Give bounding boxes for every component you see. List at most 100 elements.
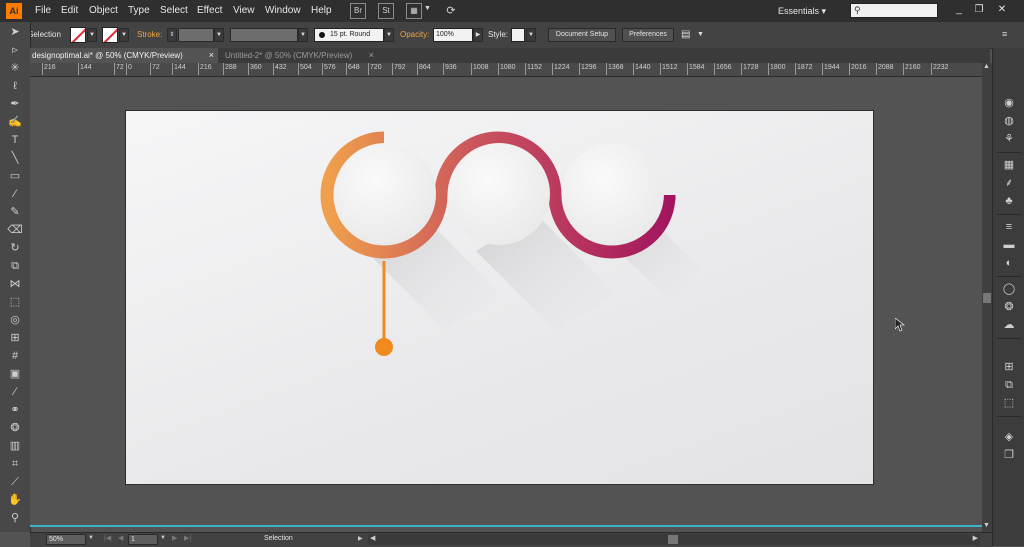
style-swatch[interactable] xyxy=(511,28,525,42)
chevron-down-icon[interactable]: ▼ xyxy=(424,5,431,12)
menu-view[interactable]: View xyxy=(233,0,255,22)
artboard[interactable] xyxy=(125,110,874,485)
artboard-field[interactable]: 1 xyxy=(128,534,158,545)
lasso-tool-icon[interactable]: ℓ xyxy=(5,78,25,94)
pathfinder-panel-icon[interactable]: ⧉ xyxy=(1002,378,1016,392)
scroll-up-icon[interactable]: ▲ xyxy=(983,63,990,70)
profile-dropdown[interactable]: ▼ xyxy=(298,28,308,42)
panel-menu-icon[interactable]: ≡ xyxy=(1002,29,1007,39)
scroll-down-icon[interactable]: ▼ xyxy=(983,522,990,529)
document-setup-button[interactable]: Document Setup xyxy=(548,28,616,42)
rotate-tool-icon[interactable]: ↻ xyxy=(5,240,25,256)
appearance-panel-icon[interactable]: ◯ xyxy=(1002,282,1016,296)
vertical-scrollbar[interactable]: ▲ ▼ xyxy=(982,63,992,533)
paintbrush-tool-icon[interactable]: ∕ xyxy=(5,186,25,202)
tab-designoptimal[interactable]: designoptimal.ai* @ 50% (CMYK/Preview) × xyxy=(30,48,218,63)
menu-edit[interactable]: Edit xyxy=(61,0,78,22)
workspace-switcher[interactable]: Essentials ▾ xyxy=(778,4,842,18)
zoom-dropdown-icon[interactable]: ▼ xyxy=(88,535,94,541)
prev-artboard-icon[interactable]: ◀ xyxy=(118,534,123,542)
color-guide-panel-icon[interactable]: ◍ xyxy=(1002,114,1016,128)
close-button[interactable]: ✕ xyxy=(993,3,1011,17)
close-icon[interactable]: × xyxy=(369,48,374,63)
brushes-panel-icon[interactable]: ⸙ xyxy=(1002,176,1016,190)
transparency-panel-icon[interactable]: ◐ xyxy=(1002,256,1016,270)
stroke-label[interactable]: Stroke: xyxy=(137,22,162,48)
guide-line[interactable] xyxy=(30,525,982,527)
width-tool-icon[interactable]: ⋈ xyxy=(5,276,25,292)
last-artboard-icon[interactable]: ▶| xyxy=(184,534,191,542)
eraser-tool-icon[interactable]: ⌫ xyxy=(5,222,25,238)
blend-tool-icon[interactable]: ⚭ xyxy=(5,402,25,418)
variable-width-profile[interactable] xyxy=(230,28,298,42)
magic-wand-tool-icon[interactable]: ✳ xyxy=(5,60,25,76)
scroll-thumb[interactable] xyxy=(668,535,678,544)
symbols-panel-icon[interactable]: ♣ xyxy=(1002,194,1016,208)
stock-icon[interactable]: St xyxy=(378,3,394,19)
menu-object[interactable]: Object xyxy=(89,0,118,22)
creative-cloud-icon[interactable]: ☁ xyxy=(1002,318,1016,332)
swatches-panel-icon[interactable]: ▦ xyxy=(1002,158,1016,172)
menu-help[interactable]: Help xyxy=(311,0,332,22)
perspective-grid-tool-icon[interactable]: ⊞ xyxy=(5,330,25,346)
menu-window[interactable]: Window xyxy=(265,0,301,22)
close-icon[interactable]: × xyxy=(209,48,214,63)
minimize-button[interactable]: _ xyxy=(950,3,968,17)
scroll-thumb[interactable] xyxy=(983,293,991,303)
stroke-dropdown[interactable]: ▼ xyxy=(119,28,129,42)
align-panel-icon[interactable]: ⊞ xyxy=(1002,360,1016,374)
fill-dropdown[interactable]: ▼ xyxy=(87,28,97,42)
pencil-tool-icon[interactable]: ✎ xyxy=(5,204,25,220)
status-menu-icon[interactable]: ▶ xyxy=(358,535,363,542)
scale-tool-icon[interactable]: ⧉ xyxy=(5,258,25,274)
mesh-tool-icon[interactable]: # xyxy=(5,348,25,364)
brush-definition[interactable]: 15 pt. Round xyxy=(314,28,384,42)
artboards-panel-icon[interactable]: ❐ xyxy=(1002,448,1016,462)
bridge-icon[interactable]: Br xyxy=(350,3,366,19)
first-artboard-icon[interactable]: |◀ xyxy=(104,534,111,542)
stroke-weight-dropdown[interactable]: ▼ xyxy=(214,28,224,42)
infographic-artwork[interactable] xyxy=(126,111,875,486)
stroke-weight-stepper[interactable]: ⇕ xyxy=(167,28,177,42)
selection-tool-icon[interactable]: ➤ xyxy=(5,24,25,40)
line-tool-icon[interactable]: ╲ xyxy=(5,150,25,166)
slice-tool-icon[interactable]: ⟋ xyxy=(5,474,25,490)
graphic-styles-panel-icon[interactable]: ❂ xyxy=(1002,300,1016,314)
horizontal-scrollbar[interactable]: ◀ ▶ xyxy=(368,534,980,545)
tab-untitled-2[interactable]: Untitled-2* @ 50% (CMYK/Preview) × xyxy=(220,48,378,63)
eyedropper-tool-icon[interactable]: ⁄ xyxy=(5,384,25,400)
column-graph-tool-icon[interactable]: ▥ xyxy=(5,438,25,454)
zoom-field[interactable]: 50% xyxy=(46,534,86,545)
artboard-dropdown-icon[interactable]: ▼ xyxy=(160,535,166,541)
opacity-field[interactable]: 100% xyxy=(433,28,473,42)
gradient-panel-icon[interactable]: ▬ xyxy=(1002,238,1016,252)
zoom-tool-icon[interactable]: ⚲ xyxy=(5,510,25,526)
search-input[interactable]: ⚲ xyxy=(850,3,938,18)
menu-select[interactable]: Select xyxy=(160,0,188,22)
layers-panel-icon[interactable]: ◈ xyxy=(1002,430,1016,444)
stroke-swatch[interactable] xyxy=(102,27,118,43)
curvature-tool-icon[interactable]: ✍ xyxy=(5,114,25,130)
preferences-button[interactable]: Preferences xyxy=(622,28,674,42)
libraries-panel-icon[interactable]: ⚘ xyxy=(1002,132,1016,146)
pen-tool-icon[interactable]: ✒ xyxy=(5,96,25,112)
transform-panel-icon[interactable]: ⬚ xyxy=(1002,396,1016,410)
control-menu-chevron-icon[interactable]: ▼ xyxy=(697,31,704,38)
menu-file[interactable]: File xyxy=(35,0,51,22)
arrange-documents-icon[interactable]: ▦ xyxy=(406,3,422,19)
brush-dropdown[interactable]: ▼ xyxy=(384,28,394,42)
next-artboard-icon[interactable]: ▶ xyxy=(172,534,177,542)
menu-type[interactable]: Type xyxy=(128,0,150,22)
stroke-weight-field[interactable] xyxy=(178,28,214,42)
direct-selection-tool-icon[interactable]: ▹ xyxy=(5,42,25,58)
style-dropdown[interactable]: ▼ xyxy=(526,28,536,42)
fill-swatch[interactable] xyxy=(70,27,86,43)
artboard-tool-icon[interactable]: ⌗ xyxy=(5,456,25,472)
gpu-performance-icon[interactable]: ⟳ xyxy=(443,3,459,19)
shape-builder-tool-icon[interactable]: ◎ xyxy=(5,312,25,328)
free-transform-tool-icon[interactable]: ⬚ xyxy=(5,294,25,310)
rectangle-tool-icon[interactable]: ▭ xyxy=(5,168,25,184)
opacity-label[interactable]: Opacity: xyxy=(400,22,429,48)
symbol-sprayer-tool-icon[interactable]: ❂ xyxy=(5,420,25,436)
arrange-icon[interactable]: ▤ xyxy=(681,28,693,42)
